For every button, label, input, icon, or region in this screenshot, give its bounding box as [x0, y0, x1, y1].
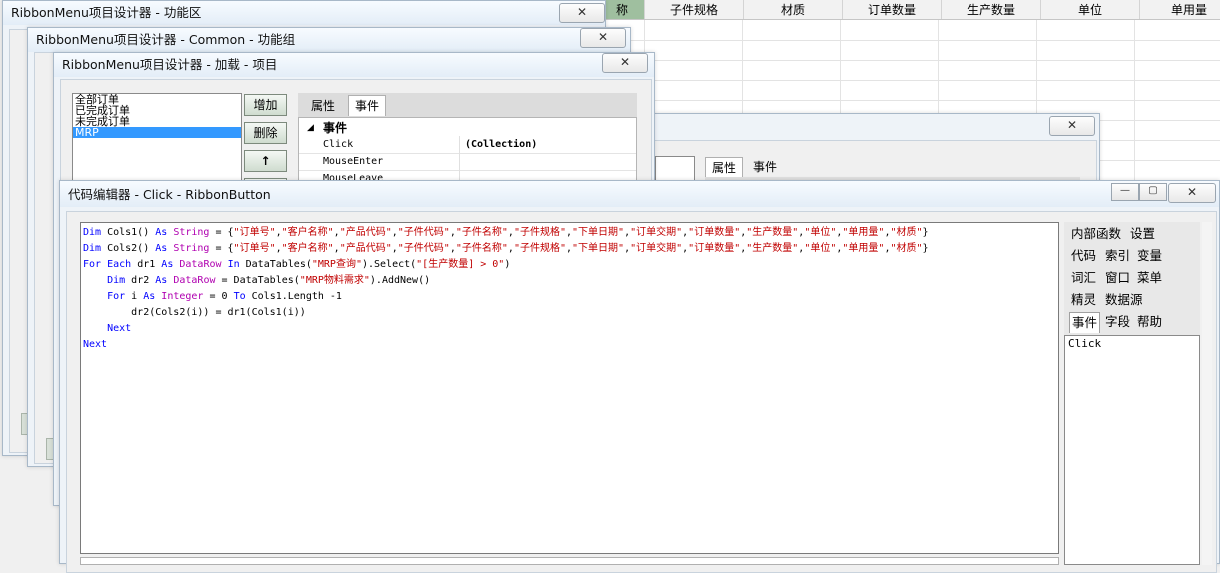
- category-row[interactable]: ◢ 事件: [299, 120, 636, 136]
- close-icon: ✕: [1066, 118, 1078, 132]
- close-button[interactable]: ✕: [580, 28, 626, 48]
- right-scroll-edge: [1202, 222, 1212, 565]
- helper-tab[interactable]: 数据源: [1103, 290, 1145, 310]
- code-line[interactable]: dr2(Cols2(i)) = dr1(Cols1(i)): [83, 305, 306, 321]
- grid-line: [600, 100, 1220, 101]
- code-line[interactable]: Dim dr2 As DataRow = DataTables("MRP物料需求…: [83, 273, 430, 289]
- window-title: RibbonMenu项目设计器 - 功能区: [3, 1, 605, 25]
- minimize-button[interactable]: —: [1111, 183, 1139, 201]
- helper-tab[interactable]: 事件: [1069, 312, 1101, 333]
- close-button[interactable]: ✕: [1049, 116, 1095, 136]
- window-title: 代码编辑器 - Click - RibbonButton: [60, 181, 1219, 207]
- window-title: RibbonMenu项目设计器 - 加载 - 项目: [54, 53, 654, 77]
- close-icon: ✕: [597, 30, 609, 44]
- helper-tab[interactable]: 菜单: [1135, 268, 1164, 288]
- helper-tab[interactable]: 代码: [1069, 246, 1098, 266]
- column-header[interactable]: 单用量: [1140, 0, 1220, 19]
- helper-tab[interactable]: 内部函数: [1069, 224, 1123, 244]
- spreadsheet-header-row: 称 子件规格 材质 订单数量 生产数量 单位 单用量: [600, 0, 1220, 20]
- column-header[interactable]: 材质: [744, 0, 843, 19]
- column-header[interactable]: 订单数量: [843, 0, 942, 19]
- code-line[interactable]: Dim Cols1() As String = {"订单号","客户名称","产…: [83, 225, 929, 241]
- helper-tab[interactable]: 词汇: [1069, 268, 1098, 288]
- grid-line: [600, 40, 1220, 41]
- column-header[interactable]: 单位: [1041, 0, 1140, 19]
- grid-line: [600, 80, 1220, 81]
- window-title: RibbonMenu项目设计器 - Common - 功能组: [28, 28, 630, 52]
- delete-button[interactable]: 删除: [244, 122, 287, 144]
- close-icon: ✕: [619, 55, 631, 69]
- code-line[interactable]: For i As Integer = 0 To Cols1.Length -1: [83, 289, 342, 305]
- helper-panel: 内部函数 设置代码 索引 变量词汇 窗口 菜单精灵 数据源 事件 字段 帮助: [1064, 222, 1200, 337]
- maximize-icon: ▢: [1148, 185, 1158, 196]
- tab-events[interactable]: 事件: [348, 95, 386, 116]
- project-item-list[interactable]: 全部订单 已完成订单 未完成订单 MRP: [72, 93, 242, 193]
- event-list-item[interactable]: Click: [1065, 336, 1199, 351]
- column-header[interactable]: 称: [600, 0, 645, 19]
- close-button[interactable]: ✕: [602, 53, 648, 73]
- tab-properties[interactable]: 属性: [304, 96, 342, 116]
- maximize-button[interactable]: ▢: [1139, 183, 1167, 201]
- list-item-selected[interactable]: MRP: [73, 127, 241, 138]
- helper-tab[interactable]: 设置: [1128, 224, 1157, 244]
- helper-tab[interactable]: 变量: [1135, 246, 1164, 266]
- event-name: MouseEnter: [323, 156, 384, 167]
- close-button[interactable]: ✕: [1168, 183, 1216, 203]
- event-name: Click: [323, 139, 354, 150]
- arrow-up-icon: ↑: [260, 154, 271, 168]
- column-header[interactable]: 子件规格: [645, 0, 744, 19]
- close-button[interactable]: ✕: [559, 3, 605, 23]
- code-line[interactable]: Dim Cols2() As String = {"订单号","客户名称","产…: [83, 241, 929, 257]
- event-value[interactable]: (Collection): [465, 137, 537, 153]
- code-line[interactable]: Next: [83, 321, 131, 337]
- event-list[interactable]: Click: [1064, 335, 1200, 565]
- tab-events[interactable]: 事件: [745, 157, 785, 177]
- helper-tab[interactable]: 字段: [1103, 312, 1132, 332]
- event-row[interactable]: MouseEnter: [299, 154, 636, 171]
- grid-line: [600, 60, 1220, 61]
- code-text-area[interactable]: Dim Cols1() As String = {"订单号","客户名称","产…: [80, 222, 1059, 554]
- helper-tab[interactable]: 帮助: [1135, 312, 1164, 332]
- event-row[interactable]: Click (Collection): [299, 137, 636, 154]
- grid-line: [1134, 20, 1135, 190]
- column-header[interactable]: 生产数量: [942, 0, 1041, 19]
- close-icon: ✕: [576, 5, 588, 19]
- helper-tab[interactable]: 窗口: [1103, 268, 1132, 288]
- helper-tab[interactable]: 索引: [1103, 246, 1132, 266]
- tab-properties[interactable]: 属性: [705, 157, 743, 178]
- minimize-icon: —: [1120, 185, 1130, 196]
- helper-tab[interactable]: 精灵: [1069, 290, 1098, 310]
- code-editor-window[interactable]: 代码编辑器 - Click - RibbonButton — ▢ ✕ Dim C…: [59, 180, 1220, 573]
- code-line[interactable]: For Each dr1 As DataRow In DataTables("M…: [83, 257, 510, 273]
- add-button[interactable]: 增加: [244, 94, 287, 116]
- close-icon: ✕: [1186, 185, 1198, 199]
- collapse-icon[interactable]: ◢: [307, 120, 314, 136]
- move-up-button[interactable]: ↑: [244, 150, 287, 172]
- code-line[interactable]: Next: [83, 337, 107, 353]
- category-label: 事件: [323, 121, 348, 135]
